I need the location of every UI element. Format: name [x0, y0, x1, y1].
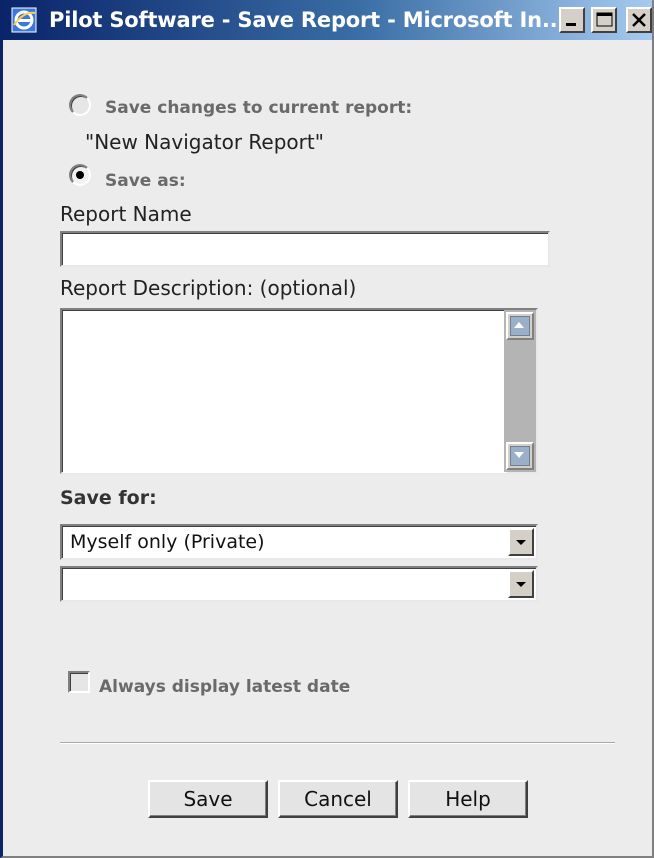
cancel-button[interactable]: Cancel: [278, 780, 398, 818]
title-bar[interactable]: Pilot Software - Save Report - Microsoft…: [3, 0, 652, 40]
report-description-label: Report Description: (optional): [60, 276, 357, 300]
scroll-down-button[interactable]: [506, 442, 534, 470]
chevron-down-icon: [516, 582, 526, 587]
save-for-label: Save for:: [60, 487, 157, 509]
save-for-selected-value: Myself only (Private): [70, 531, 265, 553]
minimize-button[interactable]: [559, 7, 585, 33]
description-scrollbar[interactable]: [504, 310, 536, 472]
current-report-name: "New Navigator Report": [85, 130, 324, 154]
scroll-up-button[interactable]: [506, 312, 534, 340]
always-latest-checkbox[interactable]: [68, 671, 90, 693]
close-button[interactable]: [626, 7, 652, 33]
save-changes-label: Save changes to current report:: [105, 98, 413, 118]
internet-explorer-icon: [11, 7, 37, 33]
save-button[interactable]: Save: [148, 780, 268, 818]
save-for-select[interactable]: Myself only (Private): [60, 524, 538, 560]
minimize-icon: [566, 23, 576, 26]
close-icon: [632, 13, 646, 27]
save-as-label: Save as:: [105, 171, 186, 191]
chevron-up-icon: [514, 322, 524, 328]
report-name-label: Report Name: [60, 202, 192, 226]
chevron-down-icon: [516, 540, 526, 545]
window-title: Pilot Software - Save Report - Microsoft…: [49, 8, 566, 32]
report-description-field[interactable]: [60, 308, 538, 474]
always-latest-label: Always display latest date: [99, 677, 351, 697]
divider: [60, 742, 615, 744]
dialog-content: Save changes to current report: "New Nav…: [13, 40, 650, 855]
radio-selected-dot: [76, 171, 84, 179]
save-for-dropdown-button[interactable]: [508, 528, 534, 556]
maximize-button[interactable]: [591, 7, 617, 33]
secondary-select[interactable]: [60, 566, 538, 602]
secondary-dropdown-button[interactable]: [508, 570, 534, 598]
report-description-textarea[interactable]: [63, 311, 507, 473]
maximize-icon: [596, 12, 613, 27]
report-name-input[interactable]: [60, 231, 550, 267]
help-button[interactable]: Help: [408, 780, 528, 818]
dialog-window: Pilot Software - Save Report - Microsoft…: [0, 0, 654, 858]
chevron-down-icon: [514, 452, 524, 458]
save-as-radio[interactable]: [69, 164, 91, 186]
save-changes-radio[interactable]: [69, 94, 91, 116]
